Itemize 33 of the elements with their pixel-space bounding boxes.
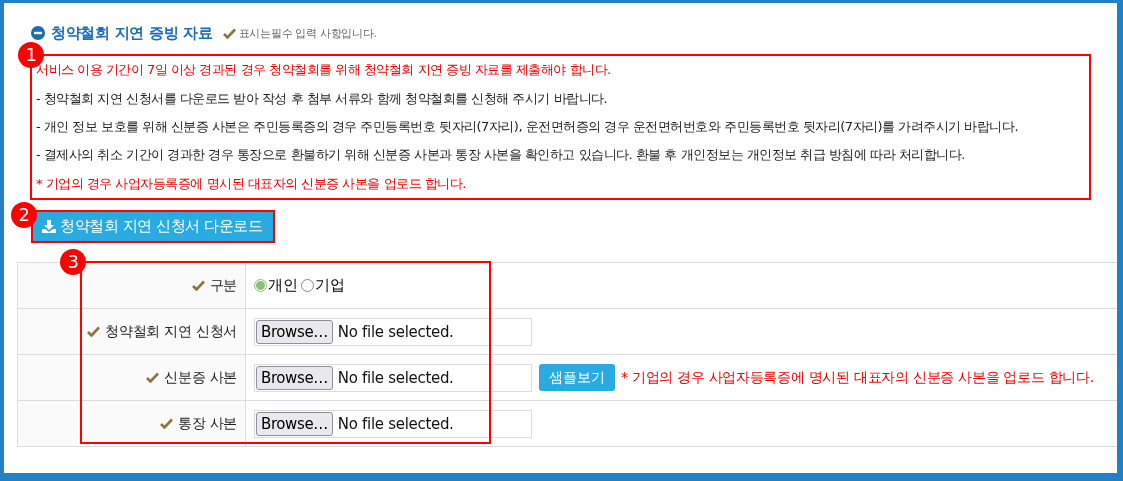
radio-button[interactable] bbox=[254, 279, 267, 292]
download-icon bbox=[42, 220, 56, 233]
radio-label[interactable]: 개인 bbox=[268, 276, 298, 295]
number-badge: 2 bbox=[11, 202, 37, 228]
notice-text: * 기업의 경우 사업자등록증에 명시된 대표자의 신분증 사본을 업로드 합니다. bbox=[621, 368, 1094, 387]
check-icon bbox=[191, 280, 205, 291]
radio-label[interactable]: 기업 bbox=[315, 276, 345, 295]
file-status: No file selected. bbox=[337, 414, 454, 433]
check-icon bbox=[222, 27, 236, 39]
check-icon bbox=[146, 372, 160, 383]
check-icon bbox=[160, 418, 174, 429]
field-label: 신분증 사본 bbox=[164, 368, 237, 387]
field-label: 구분 bbox=[209, 276, 237, 295]
browse-button[interactable]: Browse… bbox=[256, 365, 333, 390]
browse-button[interactable]: Browse… bbox=[256, 319, 333, 344]
section-title: 청약철회 지연 증빙 자료 bbox=[51, 23, 213, 43]
file-upload-field[interactable]: Browse… No file selected. bbox=[254, 409, 532, 438]
file-upload-field[interactable]: Browse… No file selected. bbox=[254, 317, 532, 346]
notice-text: - 개인 정보 보호를 위해 신분증 사본은 주민등록증의 경우 주민등록번호 뒷자리(7자리), 운전면허증의 경우 운전면허번호와 주민등록번호 뒷자리(7자리)를 가려주시기 바랍니다. bbox=[36, 117, 1019, 136]
required-note: 표시는필수 입력 사항입니다. bbox=[238, 25, 377, 41]
file-status: No file selected. bbox=[337, 322, 454, 341]
notice-text: - 결제사의 취소 기간이 경과한 경우 통장으로 환불하기 위해 신분증 사본과 통장 사본을 확인하고 있습니다. 환불 후 개인정보는 개인정보 취급 방침에 따라 처리합니다. bbox=[36, 146, 965, 165]
file-status: No file selected. bbox=[337, 368, 454, 387]
notice-text: - 청약철회 지연 신청서를 다운로드 받아 작성 후 첨부 서류와 함께 청약철회를 신청해 주시기 바랍니다. bbox=[36, 89, 608, 108]
field-label: 통장 사본 bbox=[178, 414, 237, 433]
field-label: 청약철회 지연 신청서 bbox=[105, 322, 237, 341]
notice-text: * 기업의 경우 사업자등록증에 명시된 대표자의 신분증 사본을 업로드 합니다. bbox=[36, 174, 466, 193]
browse-button[interactable]: Browse… bbox=[256, 411, 333, 436]
file-upload-field[interactable]: Browse… No file selected. bbox=[254, 363, 532, 392]
number-badge: 3 bbox=[60, 249, 86, 275]
radio-button[interactable] bbox=[301, 279, 315, 292]
check-icon bbox=[87, 326, 101, 337]
collapse-icon[interactable] bbox=[31, 26, 45, 40]
